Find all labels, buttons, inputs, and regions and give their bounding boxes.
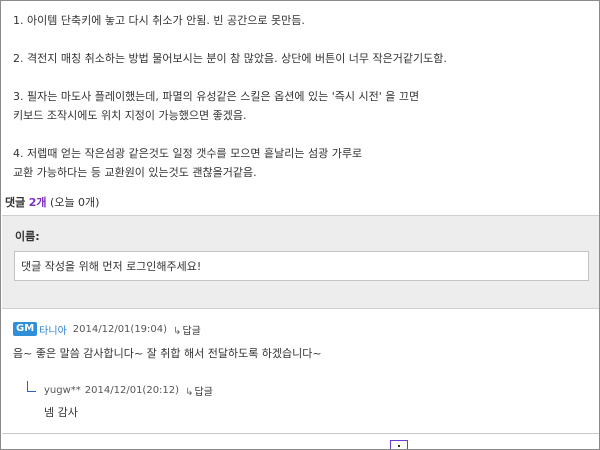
comment-count-label: 댓글 xyxy=(5,196,26,209)
subcomment-date: 2014/12/01(20:12) xyxy=(84,385,180,396)
comment-author[interactable]: 타니아 xyxy=(39,322,67,337)
reply-arrow-icon: ↳ xyxy=(185,387,194,398)
comment-count-today: (오늘 0개) xyxy=(50,196,100,209)
page-frame: 1. 아이템 단축키에 놓고 다시 취소가 안됨. 빈 공간으로 못만듬. 2.… xyxy=(0,0,600,450)
post-paragraph-3: 3. 필자는 마도사 플레이했는데, 파멸의 유성같은 스킬은 옵션에 있는 '… xyxy=(13,87,583,125)
post-line: 교환 가능하다는 등 교환원이 있는것도 괜찮을거같음. xyxy=(13,166,257,179)
reply-label: 답글 xyxy=(182,325,201,337)
post-paragraph-1: 1. 아이템 단축키에 놓고 다시 취소가 안됨. 빈 공간으로 못만듬. xyxy=(13,11,583,30)
subcomment-body: 넴 감사 xyxy=(44,406,78,419)
post-line: 3. 필자는 마도사 플레이했는데, 파멸의 유성같은 스킬은 옵션에 있는 '… xyxy=(13,90,420,103)
post-body: 1. 아이템 단축키에 놓고 다시 취소가 안됨. 빈 공간으로 못만듬. 2.… xyxy=(13,11,583,201)
comment-count: 댓글 2개 (오늘 0개) xyxy=(5,194,99,210)
post-line: 4. 저렙때 얻는 작은섬광 같은것도 일정 갯수를 모으면 흩날리는 섬광 가… xyxy=(13,147,363,160)
post-line: 2. 격전지 매칭 취소하는 방법 물어보시는 분이 참 많았음. 상단에 버튼… xyxy=(13,52,447,65)
comment-date: 2014/12/01(19:04) xyxy=(72,323,168,335)
pagination-marker[interactable] xyxy=(390,440,408,449)
subcomment-author[interactable]: yugw** xyxy=(44,385,81,396)
post-line: 키보드 조작시에도 위치 지정이 가능했으면 좋겠음. xyxy=(13,109,247,122)
reply-arrow-icon: ↳ xyxy=(173,325,182,337)
comment-count-value: 2개 xyxy=(28,196,47,209)
name-label: 이름: xyxy=(15,230,40,243)
post-line: 1. 아이템 단축키에 놓고 다시 취소가 안됨. 빈 공간으로 못만듬. xyxy=(13,14,305,27)
comment-item: GM 타니아 2014/12/01(19:04) ↳답글 음~ 좋은 말씀 감사… xyxy=(13,321,588,361)
post-paragraph-4: 4. 저렙때 얻는 작은섬광 같은것도 일정 갯수를 모으면 흩날리는 섬광 가… xyxy=(13,144,583,182)
subcomment-meta: yugw** 2014/12/01(20:12) ↳답글 xyxy=(44,383,213,398)
comment-input[interactable]: 댓글 작성을 위해 먼저 로그인해주세요! xyxy=(14,251,589,281)
nested-reply-corner-icon xyxy=(27,381,36,392)
comment-body: 음~ 좋은 말씀 감사합니다~ 잘 취합 해서 전달하도록 하겠습니다~ xyxy=(13,347,322,360)
reply-label: 답글 xyxy=(194,387,213,398)
comment-form: 이름: 댓글 작성을 위해 먼저 로그인해주세요! xyxy=(2,215,599,309)
post-paragraph-2: 2. 격전지 매칭 취소하는 방법 물어보시는 분이 참 많았음. 상단에 버튼… xyxy=(13,49,583,68)
subcomment-reply-button[interactable]: ↳답글 xyxy=(185,383,213,398)
gm-badge: GM xyxy=(13,322,38,336)
divider xyxy=(2,433,599,434)
reply-button[interactable]: ↳답글 xyxy=(173,322,201,337)
comment-meta: GM 타니아 2014/12/01(19:04) ↳답글 xyxy=(13,321,588,337)
